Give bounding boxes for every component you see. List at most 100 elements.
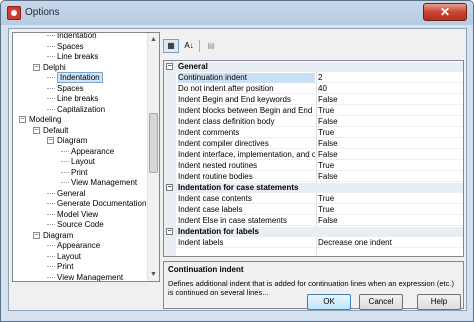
property-name: Continuation indent (178, 73, 315, 83)
tree-connector (47, 224, 55, 226)
tree-item-label: Spaces (57, 83, 84, 93)
tree-item[interactable]: − Delphi (33, 62, 66, 73)
tree-item[interactable]: Spaces (47, 83, 84, 94)
grid-category-row[interactable]: − General (164, 62, 463, 72)
property-value[interactable]: True (318, 106, 334, 116)
grid-property-row[interactable]: Indent case contents True (164, 194, 463, 204)
property-value[interactable]: False (318, 139, 338, 149)
options-tree[interactable]: ▲ ▼ Indentation Spaces Line breaks − Delphi I… (12, 32, 160, 282)
alphabetical-button[interactable]: A↓ (181, 39, 197, 53)
tree-item[interactable]: Layout (61, 156, 95, 167)
property-pages-button[interactable]: ▤ (203, 39, 219, 53)
grid-property-row[interactable]: Indent class definition body False (164, 117, 463, 127)
tree-item[interactable]: Appearance (61, 146, 114, 157)
tree-item[interactable]: Source Code (47, 219, 104, 230)
tree-item[interactable]: Spaces (47, 41, 84, 52)
property-value[interactable]: False (318, 150, 338, 160)
tree-item-label: Print (57, 262, 74, 271)
scroll-down-icon[interactable]: ▼ (150, 271, 157, 278)
tree-connector (47, 266, 55, 268)
categorized-button[interactable]: ▦ (163, 39, 179, 53)
grid-property-row[interactable]: Indent interface, implementation, and ot… (164, 150, 463, 160)
grid-property-row[interactable]: Do not indent after position 40 (164, 84, 463, 94)
grid-category-row[interactable]: − Indentation for labels (164, 227, 463, 237)
tree-connector (47, 56, 55, 58)
tree-scrollbar[interactable]: ▲ ▼ (147, 33, 159, 281)
property-value[interactable]: False (318, 117, 338, 127)
tree-connector (61, 150, 69, 152)
tree-item[interactable]: Layout (47, 251, 81, 262)
tree-item[interactable]: Indentation (47, 72, 103, 83)
grid-property-row[interactable]: Indent nested routines True (164, 161, 463, 171)
tree-item-label: Indentation (57, 32, 97, 40)
tree-item[interactable]: Generate Documentation (47, 198, 146, 209)
tree-item[interactable]: General (47, 188, 85, 199)
grid-property-row[interactable]: Indent comments True (164, 128, 463, 138)
property-value[interactable]: True (318, 161, 334, 171)
grid-property-row[interactable]: Indent case labels True (164, 205, 463, 215)
property-name: Indent nested routines (178, 161, 258, 170)
tree-item[interactable]: Print (47, 261, 73, 272)
collapse-icon[interactable]: − (33, 126, 40, 134)
help-button[interactable]: Help (417, 294, 461, 310)
property-name: Indentation for labels (178, 227, 259, 236)
property-value[interactable]: False (318, 95, 338, 105)
close-button[interactable]: ✕ (423, 3, 467, 21)
property-value[interactable]: False (318, 172, 338, 182)
grid-property-row[interactable]: Indent compiler directives False (164, 139, 463, 149)
title-bar[interactable]: Options ✕ (1, 1, 473, 25)
tree-item[interactable]: Line breaks (47, 93, 98, 104)
tree-connector (61, 161, 69, 163)
ok-button[interactable]: OK (307, 294, 351, 310)
collapse-icon[interactable]: − (166, 184, 173, 191)
options-window: Options ✕ ▲ ▼ Indentation Spaces Line brea… (0, 0, 474, 322)
property-name: Indent Begin and End keywords (178, 95, 291, 104)
scroll-thumb[interactable] (149, 113, 158, 173)
grid-property-row[interactable]: Indent blocks between Begin and End True (164, 106, 463, 116)
grid-category-row[interactable]: − Indentation for case statements (164, 183, 463, 193)
tree-item-label: View Management (57, 272, 124, 282)
property-value[interactable]: 40 (318, 84, 327, 94)
tree-connector (47, 108, 55, 110)
tree-item[interactable]: Capitalization (47, 104, 105, 115)
property-name: Indent interface, implementation, and ot… (178, 150, 315, 159)
tree-item[interactable]: − Diagram (47, 135, 87, 146)
tree-item-label: Delphi (43, 62, 66, 72)
tree-item[interactable]: Line breaks (47, 51, 98, 62)
property-value[interactable]: True (318, 205, 334, 215)
collapse-icon[interactable]: − (47, 137, 54, 145)
collapse-icon[interactable]: − (166, 63, 173, 70)
grid-toolbar: ▦ A↓ ▤ (163, 39, 463, 55)
tree-item[interactable]: Model View (47, 209, 98, 220)
grid-property-row[interactable]: Indent labels Decrease one indent (164, 238, 463, 248)
property-value[interactable]: 2 (318, 73, 322, 83)
grid-property-row[interactable]: Continuation indent 2 (164, 73, 463, 83)
tree-item[interactable]: View Management (47, 272, 124, 282)
tree-item[interactable]: Appearance (47, 240, 100, 251)
property-value[interactable]: Decrease one indent (318, 238, 392, 248)
grid-property-row[interactable]: Indent Begin and End keywords False (164, 95, 463, 105)
tree-item[interactable]: View Management (61, 177, 137, 188)
tree-item[interactable]: − Modeling (19, 114, 61, 125)
property-name: Indent routine bodies (178, 172, 253, 181)
property-value[interactable]: True (318, 128, 334, 138)
scroll-up-icon[interactable]: ▲ (150, 36, 157, 43)
property-name: General (178, 62, 208, 71)
grid-property-row[interactable]: Indent routine bodies False (164, 172, 463, 182)
tree-item-label: Spaces (57, 41, 84, 51)
grid-property-row[interactable]: Indent Else in case statements False (164, 216, 463, 226)
property-value[interactable]: True (318, 194, 334, 204)
property-name: Indent case contents (178, 194, 252, 203)
collapse-icon[interactable]: − (19, 116, 26, 124)
tree-item-label: Indentation (57, 72, 103, 83)
tree-item[interactable]: − Default (33, 125, 68, 136)
property-value[interactable]: False (318, 216, 338, 226)
tree-item[interactable]: − Diagram (33, 230, 73, 241)
property-grid[interactable]: − General Continuation indent 2 Do not inden… (163, 60, 464, 257)
cancel-button[interactable]: Cancel (359, 294, 403, 310)
collapse-icon[interactable]: − (33, 231, 40, 239)
tree-item[interactable]: Print (61, 167, 87, 178)
collapse-icon[interactable]: − (33, 63, 40, 71)
property-name: Do not indent after position (178, 84, 274, 93)
collapse-icon[interactable]: − (166, 228, 173, 235)
